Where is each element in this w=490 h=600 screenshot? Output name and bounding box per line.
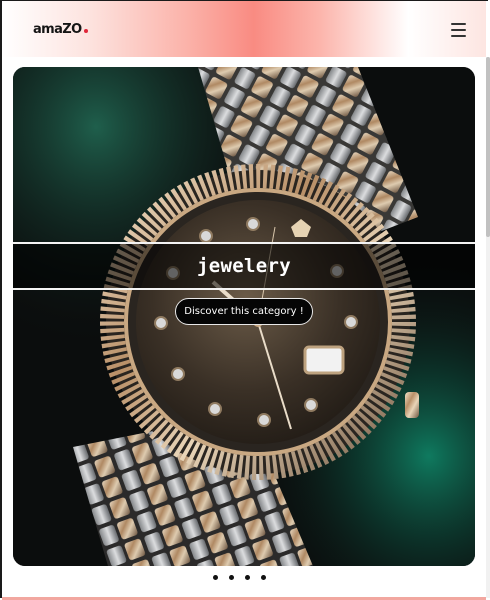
carousel-dot[interactable]: [245, 575, 250, 580]
carousel-dot[interactable]: [213, 575, 218, 580]
category-title: jewelery: [197, 255, 291, 277]
logo-dot: [83, 29, 88, 33]
category-title-band: jewelery: [13, 242, 475, 290]
top-header: amaZO: [2, 1, 486, 57]
scrollbar-thumb[interactable]: [486, 57, 490, 237]
brand-logo[interactable]: amaZO: [33, 22, 88, 37]
carousel-dot[interactable]: [229, 575, 234, 580]
hamburger-menu-icon[interactable]: [451, 23, 466, 37]
vertical-scrollbar[interactable]: [486, 57, 490, 598]
carousel-dots: [213, 575, 266, 583]
carousel-dot[interactable]: [261, 575, 266, 580]
hero-banner: jewelery Discover this category !: [13, 67, 475, 566]
logo-text: amaZO: [33, 22, 82, 37]
discover-category-button[interactable]: Discover this category !: [175, 298, 313, 325]
